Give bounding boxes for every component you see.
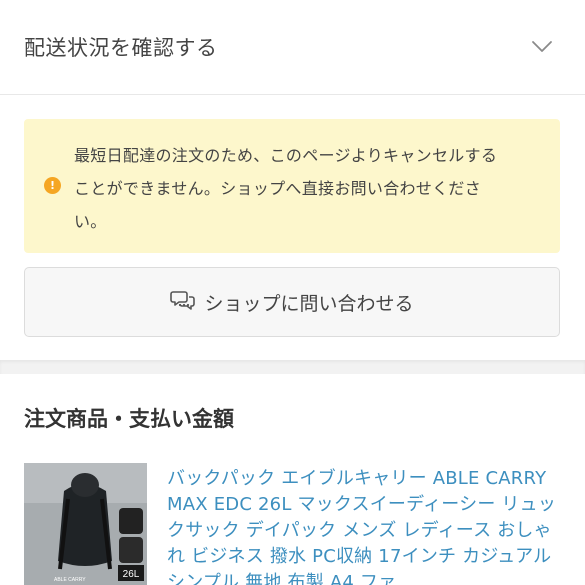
contact-shop-button[interactable]: ショップに問い合わせる [24,267,560,337]
shipping-status-label: 配送状況を確認する [24,36,218,60]
notice-line-1: 最短日配達の注文のため、このページよりキャンセルする [74,146,498,165]
chevron-down-icon [531,36,553,58]
image-brand: ABLE CARRY [54,577,86,583]
cancel-notice: ! 最短日配達の注文のため、このページよりキャンセルする ことができません。ショ… [24,119,560,253]
info-dot-icon: ! [44,177,61,194]
notice-line-2: ことができません。ショップへ直接お問い合わせくださ [74,179,482,198]
contact-shop-label: ショップに問い合わせる [204,292,414,315]
order-section-title: 注文商品・支払い金額 [24,407,234,431]
product-title-link[interactable]: バックパック エイブルキャリー ABLE CARRY MAX EDC 26L マ… [167,466,557,585]
image-badge: 26L [123,569,140,580]
notice-line-3: い。 [74,212,107,231]
product-image[interactable]: 26L ABLE CARRY [24,463,147,585]
chat-bubbles-icon [170,289,196,315]
shipping-status-row[interactable]: 配送状況を確認する [0,0,585,95]
section-divider [0,360,585,374]
